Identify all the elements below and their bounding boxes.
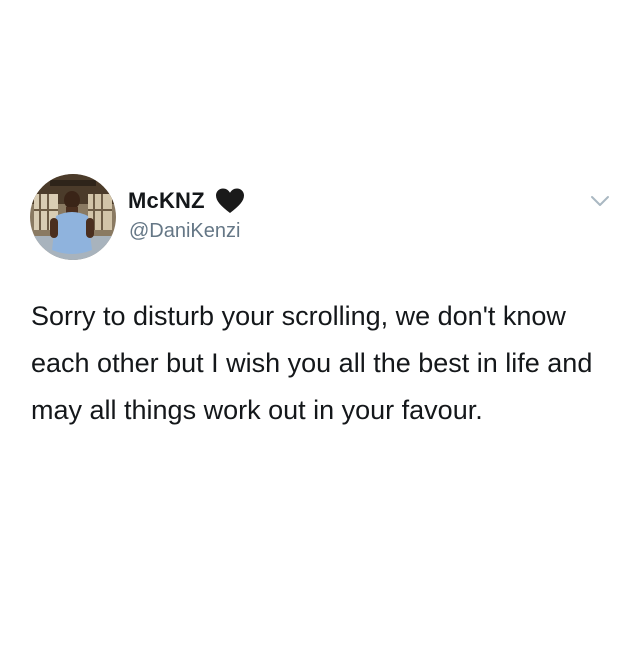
chevron-down-icon[interactable] — [590, 194, 610, 208]
black-heart-icon — [215, 187, 245, 215]
avatar[interactable] — [30, 174, 116, 260]
author-name-row[interactable]: McKNZ — [128, 186, 245, 216]
author-handle[interactable]: @DaniKenzi — [129, 220, 240, 243]
tweet-card: McKNZ @DaniKenzi Sorry to disturb your s… — [0, 0, 640, 658]
tweet-text: Sorry to disturb your scrolling, we don'… — [31, 301, 593, 425]
display-name[interactable]: McKNZ — [128, 188, 205, 214]
